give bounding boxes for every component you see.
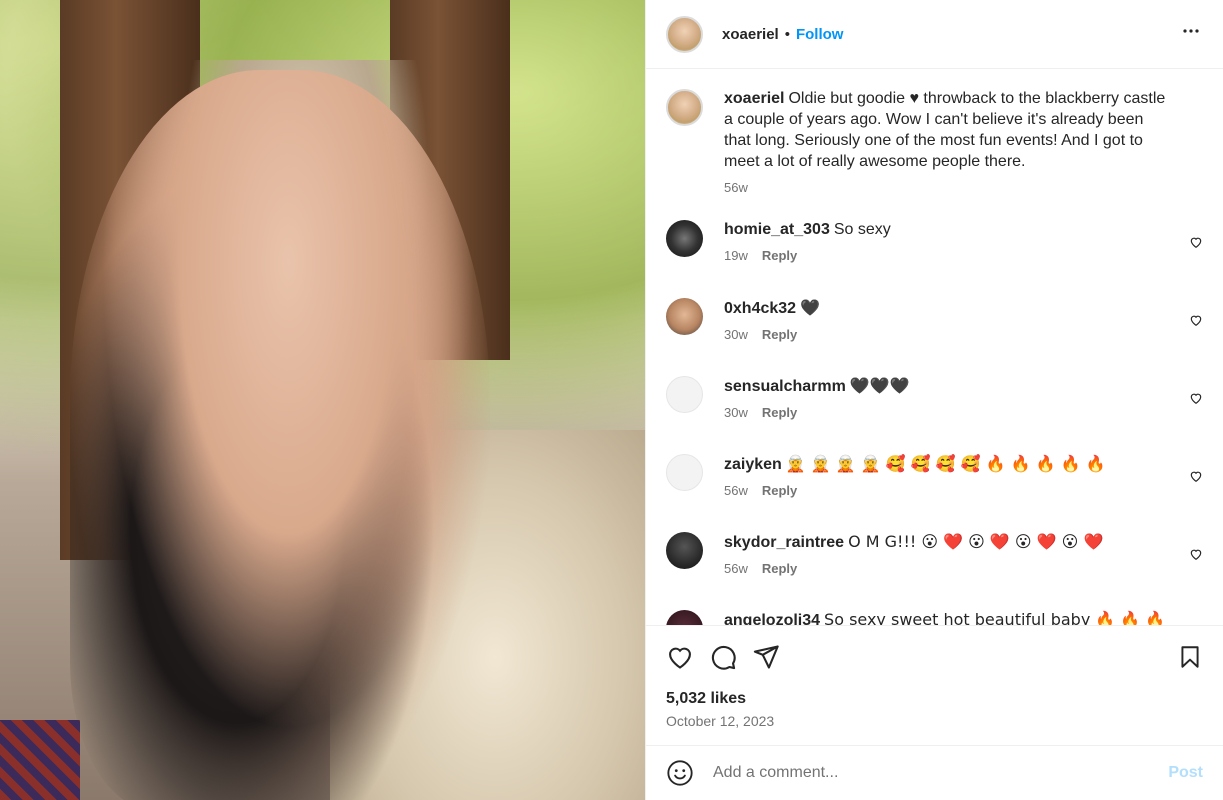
comment-text: 🖤🖤🖤 [849,376,910,395]
comment-bubble-icon[interactable] [709,643,737,671]
comment-row: angelozoli34 So sexy sweet hot beautiful … [666,609,1203,626]
comment-username[interactable]: 0xh4ck32 [724,300,796,317]
photo-rug [0,720,80,800]
like-comment-icon[interactable] [1189,235,1203,249]
like-heart-icon[interactable] [666,643,694,671]
like-comment-icon[interactable] [1189,313,1203,327]
commenter-avatar[interactable] [666,376,703,413]
author-username[interactable]: xoaeriel [722,26,779,43]
post-container: xoaeriel • Follow xoaeriel Oldie but good… [0,0,1223,800]
commenter-avatar[interactable] [666,454,703,491]
comment-row: 0xh4ck32 🖤 30w Reply [666,297,1203,375]
add-comment-bar: Post [646,745,1223,800]
comment-username[interactable]: sensualcharmm [724,378,846,395]
comment-row: homie_at_303 So sexy 19w Reply [666,219,1203,297]
reply-button[interactable]: Reply [762,327,797,342]
post-header: xoaeriel • Follow [646,0,1223,69]
comment-username[interactable]: angelozoli34 [724,612,820,626]
post-date[interactable]: October 12, 2023 [666,713,1203,729]
commenter-avatar[interactable] [666,298,703,335]
caption-username[interactable]: xoaeriel [724,90,784,107]
caption-avatar[interactable] [666,89,703,126]
commenter-avatar[interactable] [666,532,703,569]
commenter-avatar[interactable] [666,610,703,626]
action-icons [666,640,1203,674]
comment-username[interactable]: homie_at_303 [724,221,830,238]
reply-button[interactable]: Reply [762,483,797,498]
likes-count[interactable]: 5,032 likes [666,690,1203,708]
comment-row: skydor_raintree O M G!!! 😮 ❤️ 😮 ❤️ 😮 ❤️ 😮… [666,531,1203,609]
comment-username[interactable]: zaiyken [724,456,782,473]
like-comment-icon[interactable] [1189,469,1203,483]
caption-time[interactable]: 56w [724,180,748,195]
like-comment-icon[interactable] [1189,547,1203,561]
comment-text: 🖤 [800,298,820,317]
add-comment-input[interactable] [713,764,1169,782]
like-comment-icon[interactable] [1189,391,1203,405]
follow-button[interactable]: Follow [796,26,844,43]
header-separator: • [784,25,790,43]
reply-button[interactable]: Reply [762,405,797,420]
emoji-smiley-icon[interactable] [666,759,694,787]
post-side-panel: xoaeriel • Follow xoaeriel Oldie but good… [645,0,1223,800]
comment-time[interactable]: 30w [724,327,748,342]
commenter-avatar[interactable] [666,220,703,257]
share-paper-plane-icon[interactable] [752,643,780,671]
post-actions: 5,032 likes October 12, 2023 [646,625,1223,729]
comment-text: So sexy [833,221,891,238]
comment-row: zaiyken 🧝 🧝 🧝 🧝 🥰 🥰 🥰 🥰 🔥 🔥 🔥 🔥 🔥 56w Repl… [666,453,1203,531]
reply-button[interactable]: Reply [762,248,797,263]
comment-time[interactable]: 56w [724,561,748,576]
post-comment-button[interactable]: Post [1168,764,1203,782]
reply-button[interactable]: Reply [762,561,797,576]
caption: xoaeriel Oldie but goodie ♥ throwback to … [666,88,1203,195]
comment-time[interactable]: 30w [724,405,748,420]
photo-subject [70,70,490,800]
save-bookmark-icon[interactable] [1177,644,1203,670]
comment-row: sensualcharmm 🖤🖤🖤 30w Reply [666,375,1203,453]
comment-text: 🧝 🧝 🧝 🧝 🥰 🥰 🥰 🥰 🔥 🔥 🔥 🔥 🔥 [785,454,1106,473]
comment-text: O M G!!! 😮 ❤️ 😮 ❤️ 😮 ❤️ 😮 ❤️ [848,532,1104,551]
more-options-icon[interactable] [1179,19,1203,49]
post-photo[interactable] [0,0,645,800]
comment-time[interactable]: 56w [724,483,748,498]
caption-text: Oldie but goodie ♥ throwback to the blac… [724,90,1166,170]
comment-username[interactable]: skydor_raintree [724,534,844,551]
comment-time[interactable]: 19w [724,248,748,263]
comments-list[interactable]: xoaeriel Oldie but goodie ♥ throwback to … [646,70,1223,626]
author-avatar[interactable] [666,15,703,53]
